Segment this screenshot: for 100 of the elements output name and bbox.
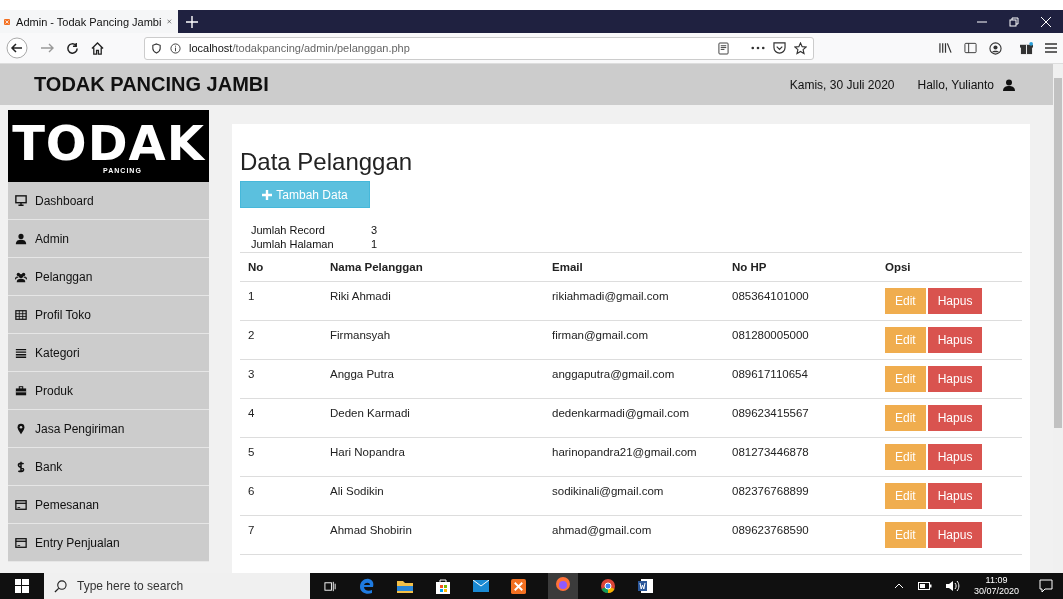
delete-button[interactable]: Hapus <box>927 366 983 392</box>
info-icon <box>170 42 181 54</box>
address-bar[interactable]: localhost/todakpancing/admin/pelanggan.php <box>144 36 814 60</box>
table-cell: sodikinali@gmail.com <box>544 476 724 516</box>
account-icon[interactable] <box>989 41 1002 55</box>
table-cell: 6 <box>240 476 322 516</box>
delete-button[interactable]: Hapus <box>927 483 983 509</box>
mail-icon[interactable] <box>473 580 489 592</box>
sidebar-item[interactable]: Pelanggan <box>8 258 209 296</box>
card-icon <box>15 536 27 549</box>
speaker-icon[interactable] <box>945 580 960 592</box>
search-icon <box>54 579 67 593</box>
home-icon[interactable] <box>91 41 104 55</box>
sidebar-item[interactable]: Profil Toko <box>8 296 209 334</box>
delete-button[interactable]: Hapus <box>927 288 983 314</box>
greeting-text: Hallo, Yulianto <box>917 77 994 92</box>
firefox-icon[interactable] <box>555 576 571 592</box>
pin-icon <box>15 422 27 435</box>
sidebar-item[interactable]: Produk <box>8 372 209 410</box>
close-icon[interactable] <box>1041 16 1051 27</box>
browser-tab[interactable]: Admin - Todak Pancing Jambi <box>0 10 178 33</box>
star-icon[interactable] <box>794 41 807 55</box>
table-cell: 081273446878 <box>724 437 877 477</box>
user-icon <box>15 232 27 245</box>
table-cell: 085364101000 <box>724 281 877 321</box>
site-title: TODAK PANCING JAMBI <box>34 73 270 96</box>
chrome-icon[interactable] <box>600 578 616 594</box>
users-icon <box>15 270 27 283</box>
folder-icon[interactable] <box>397 579 413 593</box>
table-cell: 089623768590 <box>724 515 877 555</box>
delete-button[interactable]: Hapus <box>927 405 983 431</box>
card-icon <box>15 498 27 511</box>
table-cell: anggaputra@gmail.com <box>544 359 724 399</box>
sidebar-item[interactable]: Pemesanan <box>8 486 209 524</box>
menu-icon[interactable] <box>1045 43 1057 53</box>
back-icon[interactable] <box>6 37 28 59</box>
table-cell: firman@gmail.com <box>544 320 724 360</box>
table-cell: 1 <box>240 281 322 321</box>
sidebar-item[interactable]: Admin <box>8 220 209 258</box>
table-cell: 3 <box>240 359 322 399</box>
grid-icon <box>15 308 27 321</box>
windows-icon[interactable] <box>15 579 29 593</box>
gift-icon[interactable] <box>1020 41 1033 55</box>
clock-time[interactable]: 11:09 <box>985 575 1008 586</box>
reload-icon[interactable] <box>66 41 79 55</box>
table-cell: 089617110654 <box>724 359 877 399</box>
new-tab-icon[interactable] <box>186 15 198 28</box>
table-cell: 082376768899 <box>724 476 877 516</box>
table-cell: Firmansyah <box>322 320 544 360</box>
table-cell: Ahmad Shobirin <box>322 515 544 555</box>
summary-value: 3 <box>371 224 379 236</box>
summary-label: Jumlah Record <box>251 224 326 236</box>
clock-date[interactable]: 30/07/2020 <box>973 586 1019 597</box>
table-cell: rikiahmadi@gmail.com <box>544 281 724 321</box>
column-header: Nama Pelanggan <box>322 252 544 282</box>
table-cell: 2 <box>240 320 322 360</box>
taskbar-search-field[interactable]: Type here to search <box>44 573 310 599</box>
table-cell: Deden Karmadi <box>322 398 544 438</box>
shield-icon <box>151 42 162 54</box>
dollar-icon <box>15 460 27 473</box>
delete-button[interactable]: Hapus <box>927 327 983 353</box>
column-header: Opsi <box>877 252 1022 282</box>
table-cell: 7 <box>240 515 322 555</box>
delete-button[interactable]: Hapus <box>927 522 983 548</box>
table-cell: 081280005000 <box>724 320 877 360</box>
column-header: Email <box>544 252 724 282</box>
notification-icon[interactable] <box>1039 579 1053 593</box>
table-cell: Ali Sodikin <box>322 476 544 516</box>
app-icon[interactable] <box>511 578 526 594</box>
sidebar-icon[interactable] <box>964 42 977 54</box>
sidebar-item[interactable]: Jasa Pengiriman <box>8 410 209 448</box>
forward-icon[interactable] <box>40 41 54 55</box>
column-header: No HP <box>724 252 877 282</box>
summary-value: 1 <box>371 238 379 250</box>
delete-button[interactable]: Hapus <box>927 444 983 470</box>
table-cell: 4 <box>240 398 322 438</box>
pocket-icon[interactable] <box>773 42 786 54</box>
library-icon[interactable] <box>939 42 952 54</box>
date-text: Kamis, 30 Juli 2020 <box>789 77 895 92</box>
edge-browser-icon[interactable] <box>359 578 375 594</box>
sidebar-item[interactable]: Entry Penjualan <box>8 524 209 562</box>
reader-view-icon[interactable] <box>718 41 729 55</box>
word-icon[interactable] <box>638 578 654 594</box>
user-icon[interactable] <box>1003 78 1015 91</box>
search-placeholder: Type here to search <box>77 579 184 593</box>
table-cell: ahmad@gmail.com <box>544 515 724 555</box>
table-cell: 089623415567 <box>724 398 877 438</box>
task-view-icon[interactable] <box>324 579 337 593</box>
chevron-up-icon[interactable] <box>893 583 904 589</box>
store-icon[interactable] <box>435 578 451 594</box>
sidebar-item[interactable]: Kategori <box>8 334 209 372</box>
sidebar-item[interactable]: Bank <box>8 448 209 486</box>
sidebar-item[interactable]: Dashboard <box>8 182 209 220</box>
restore-icon[interactable] <box>1009 16 1019 27</box>
monitor-icon <box>15 194 27 207</box>
url-text: localhost/todakpancing/admin/pelanggan.php <box>189 42 411 54</box>
more-icon[interactable] <box>751 46 765 50</box>
tab-title: Admin - Todak Pancing Jambi <box>16 15 162 28</box>
battery-icon[interactable] <box>917 582 932 590</box>
list-icon <box>15 346 27 359</box>
